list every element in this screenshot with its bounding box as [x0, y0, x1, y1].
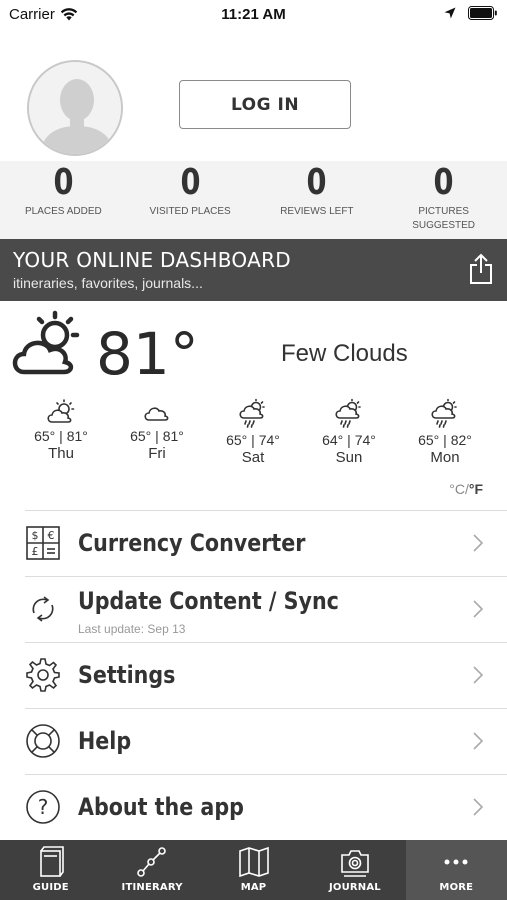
forecast-day: 65° | 81° Fri	[109, 398, 205, 476]
share-icon[interactable]	[469, 253, 493, 285]
forecast-temps: 65° | 74°	[226, 432, 280, 448]
status-bar: Carrier 11:21 AM	[0, 0, 507, 30]
menu-item-currency-converter[interactable]: $ € £ Currency Converter	[25, 510, 507, 576]
chevron-right-icon	[473, 600, 483, 618]
map-icon	[238, 846, 269, 878]
stat-places-added[interactable]: 0 PLACES ADDED	[0, 161, 127, 239]
stats-row: 0 PLACES ADDED 0 VISITED PLACES 0 REVIEW…	[0, 161, 507, 239]
stat-label: PICTURES SUGGESTED	[412, 206, 476, 231]
clock: 11:21 AM	[221, 6, 286, 23]
chevron-right-icon	[473, 534, 483, 552]
tab-label: GUIDE	[32, 882, 69, 893]
menu-item-about[interactable]: ? About the app	[25, 774, 507, 840]
stat-value: 0	[53, 162, 74, 203]
tab-journal[interactable]: JOURNAL	[304, 840, 405, 900]
tab-map[interactable]: MAP	[203, 840, 304, 900]
currency-icon: $ € £	[26, 526, 60, 560]
rain-icon	[335, 398, 361, 428]
current-weather: 81° Few Clouds	[10, 310, 500, 390]
chevron-right-icon	[473, 666, 483, 684]
tab-label: MAP	[240, 882, 267, 893]
last-update-text: Last update: Sep 13	[78, 622, 186, 636]
stat-pictures-suggested[interactable]: 0 PICTURES SUGGESTED	[380, 161, 507, 239]
menu-item-label: Settings	[78, 661, 176, 689]
forecast-day-label: Fri	[148, 445, 166, 462]
forecast-day-label: Sat	[241, 449, 265, 466]
forecast-temps: 64° | 74°	[322, 432, 376, 448]
partly-cloudy-icon	[47, 399, 75, 423]
user-silhouette-icon	[29, 62, 121, 154]
tab-label: JOURNAL	[328, 882, 381, 893]
stat-value: 0	[306, 162, 327, 203]
lifebuoy-icon	[26, 724, 60, 758]
temperature-unit-toggle[interactable]: °C/°F	[449, 481, 483, 497]
gear-icon	[26, 658, 60, 692]
more-menu: $ € £ Currency Converter Update Content …	[25, 510, 507, 840]
unit-celsius: °C/	[449, 481, 469, 497]
forecast-day: 65° | 81° Thu	[13, 398, 109, 476]
dashboard-title: YOUR ONLINE DASHBOARD	[13, 248, 291, 272]
menu-item-label: Help	[78, 727, 132, 755]
rain-icon	[431, 398, 457, 428]
camera-icon	[341, 850, 369, 877]
unit-fahrenheit: °F	[468, 481, 483, 497]
forecast-day-label: Sun	[335, 449, 363, 466]
avatar[interactable]	[27, 60, 123, 156]
forecast-day: 65° | 74° Sat	[205, 398, 301, 476]
tab-guide[interactable]: GUIDE	[0, 840, 101, 900]
stat-label: PLACES ADDED	[25, 206, 102, 217]
forecast-temps: 65° | 82°	[418, 432, 472, 448]
partly-cloudy-icon	[12, 310, 80, 375]
chevron-right-icon	[473, 732, 483, 750]
stat-value: 0	[180, 162, 201, 203]
menu-item-label: About the app	[78, 793, 244, 821]
weather-forecast: 65° | 81° Thu 65° | 81° Fri 65° | 74° Sa…	[13, 398, 495, 476]
tab-label: MORE	[439, 882, 474, 893]
tab-more[interactable]: MORE	[405, 840, 507, 900]
current-temperature: 81°	[96, 320, 199, 388]
forecast-temps: 65° | 81°	[34, 428, 88, 444]
forecast-temps: 65° | 81°	[130, 428, 184, 444]
weather-condition: Few Clouds	[281, 340, 408, 367]
menu-item-update-content[interactable]: Update Content / Sync Last update: Sep 1…	[25, 576, 507, 642]
stat-label: REVIEWS LEFT	[280, 206, 354, 217]
tab-bar: GUIDE ITINERARY MAP JOURNAL MORE	[0, 840, 507, 900]
svg-text:?: ?	[38, 795, 49, 819]
login-button[interactable]: LOG IN	[179, 80, 351, 129]
stat-value: 0	[433, 162, 454, 203]
online-dashboard-banner[interactable]: YOUR ONLINE DASHBOARD itineraries, favor…	[0, 239, 507, 301]
menu-item-help[interactable]: Help	[25, 708, 507, 774]
menu-item-settings[interactable]: Settings	[25, 642, 507, 708]
sync-icon	[32, 596, 54, 622]
forecast-day-label: Mon	[430, 449, 460, 466]
stat-label: VISITED PLACES	[149, 206, 231, 217]
tab-label: ITINERARY	[121, 882, 183, 893]
question-icon: ?	[26, 790, 60, 824]
dashboard-subtitle: itineraries, favorites, journals...	[13, 275, 203, 291]
more-icon	[444, 859, 468, 865]
battery-icon	[468, 6, 497, 20]
menu-item-label: Update Content / Sync	[78, 587, 339, 615]
stat-visited-places[interactable]: 0 VISITED PLACES	[127, 161, 254, 239]
cloud-icon	[144, 407, 169, 421]
svg-text:£: £	[32, 545, 39, 558]
book-icon	[39, 846, 64, 877]
chevron-right-icon	[473, 798, 483, 816]
route-icon	[137, 847, 166, 877]
svg-text:€: €	[48, 529, 55, 542]
stat-reviews-left[interactable]: 0 REVIEWS LEFT	[254, 161, 381, 239]
forecast-day: 65° | 82° Mon	[397, 398, 493, 476]
menu-item-label: Currency Converter	[78, 529, 306, 557]
tab-itinerary[interactable]: ITINERARY	[101, 840, 202, 900]
forecast-day: 64° | 74° Sun	[301, 398, 397, 476]
forecast-day-label: Thu	[48, 445, 74, 462]
rain-icon	[239, 398, 265, 428]
location-arrow-icon	[444, 7, 456, 19]
svg-text:$: $	[32, 529, 39, 542]
